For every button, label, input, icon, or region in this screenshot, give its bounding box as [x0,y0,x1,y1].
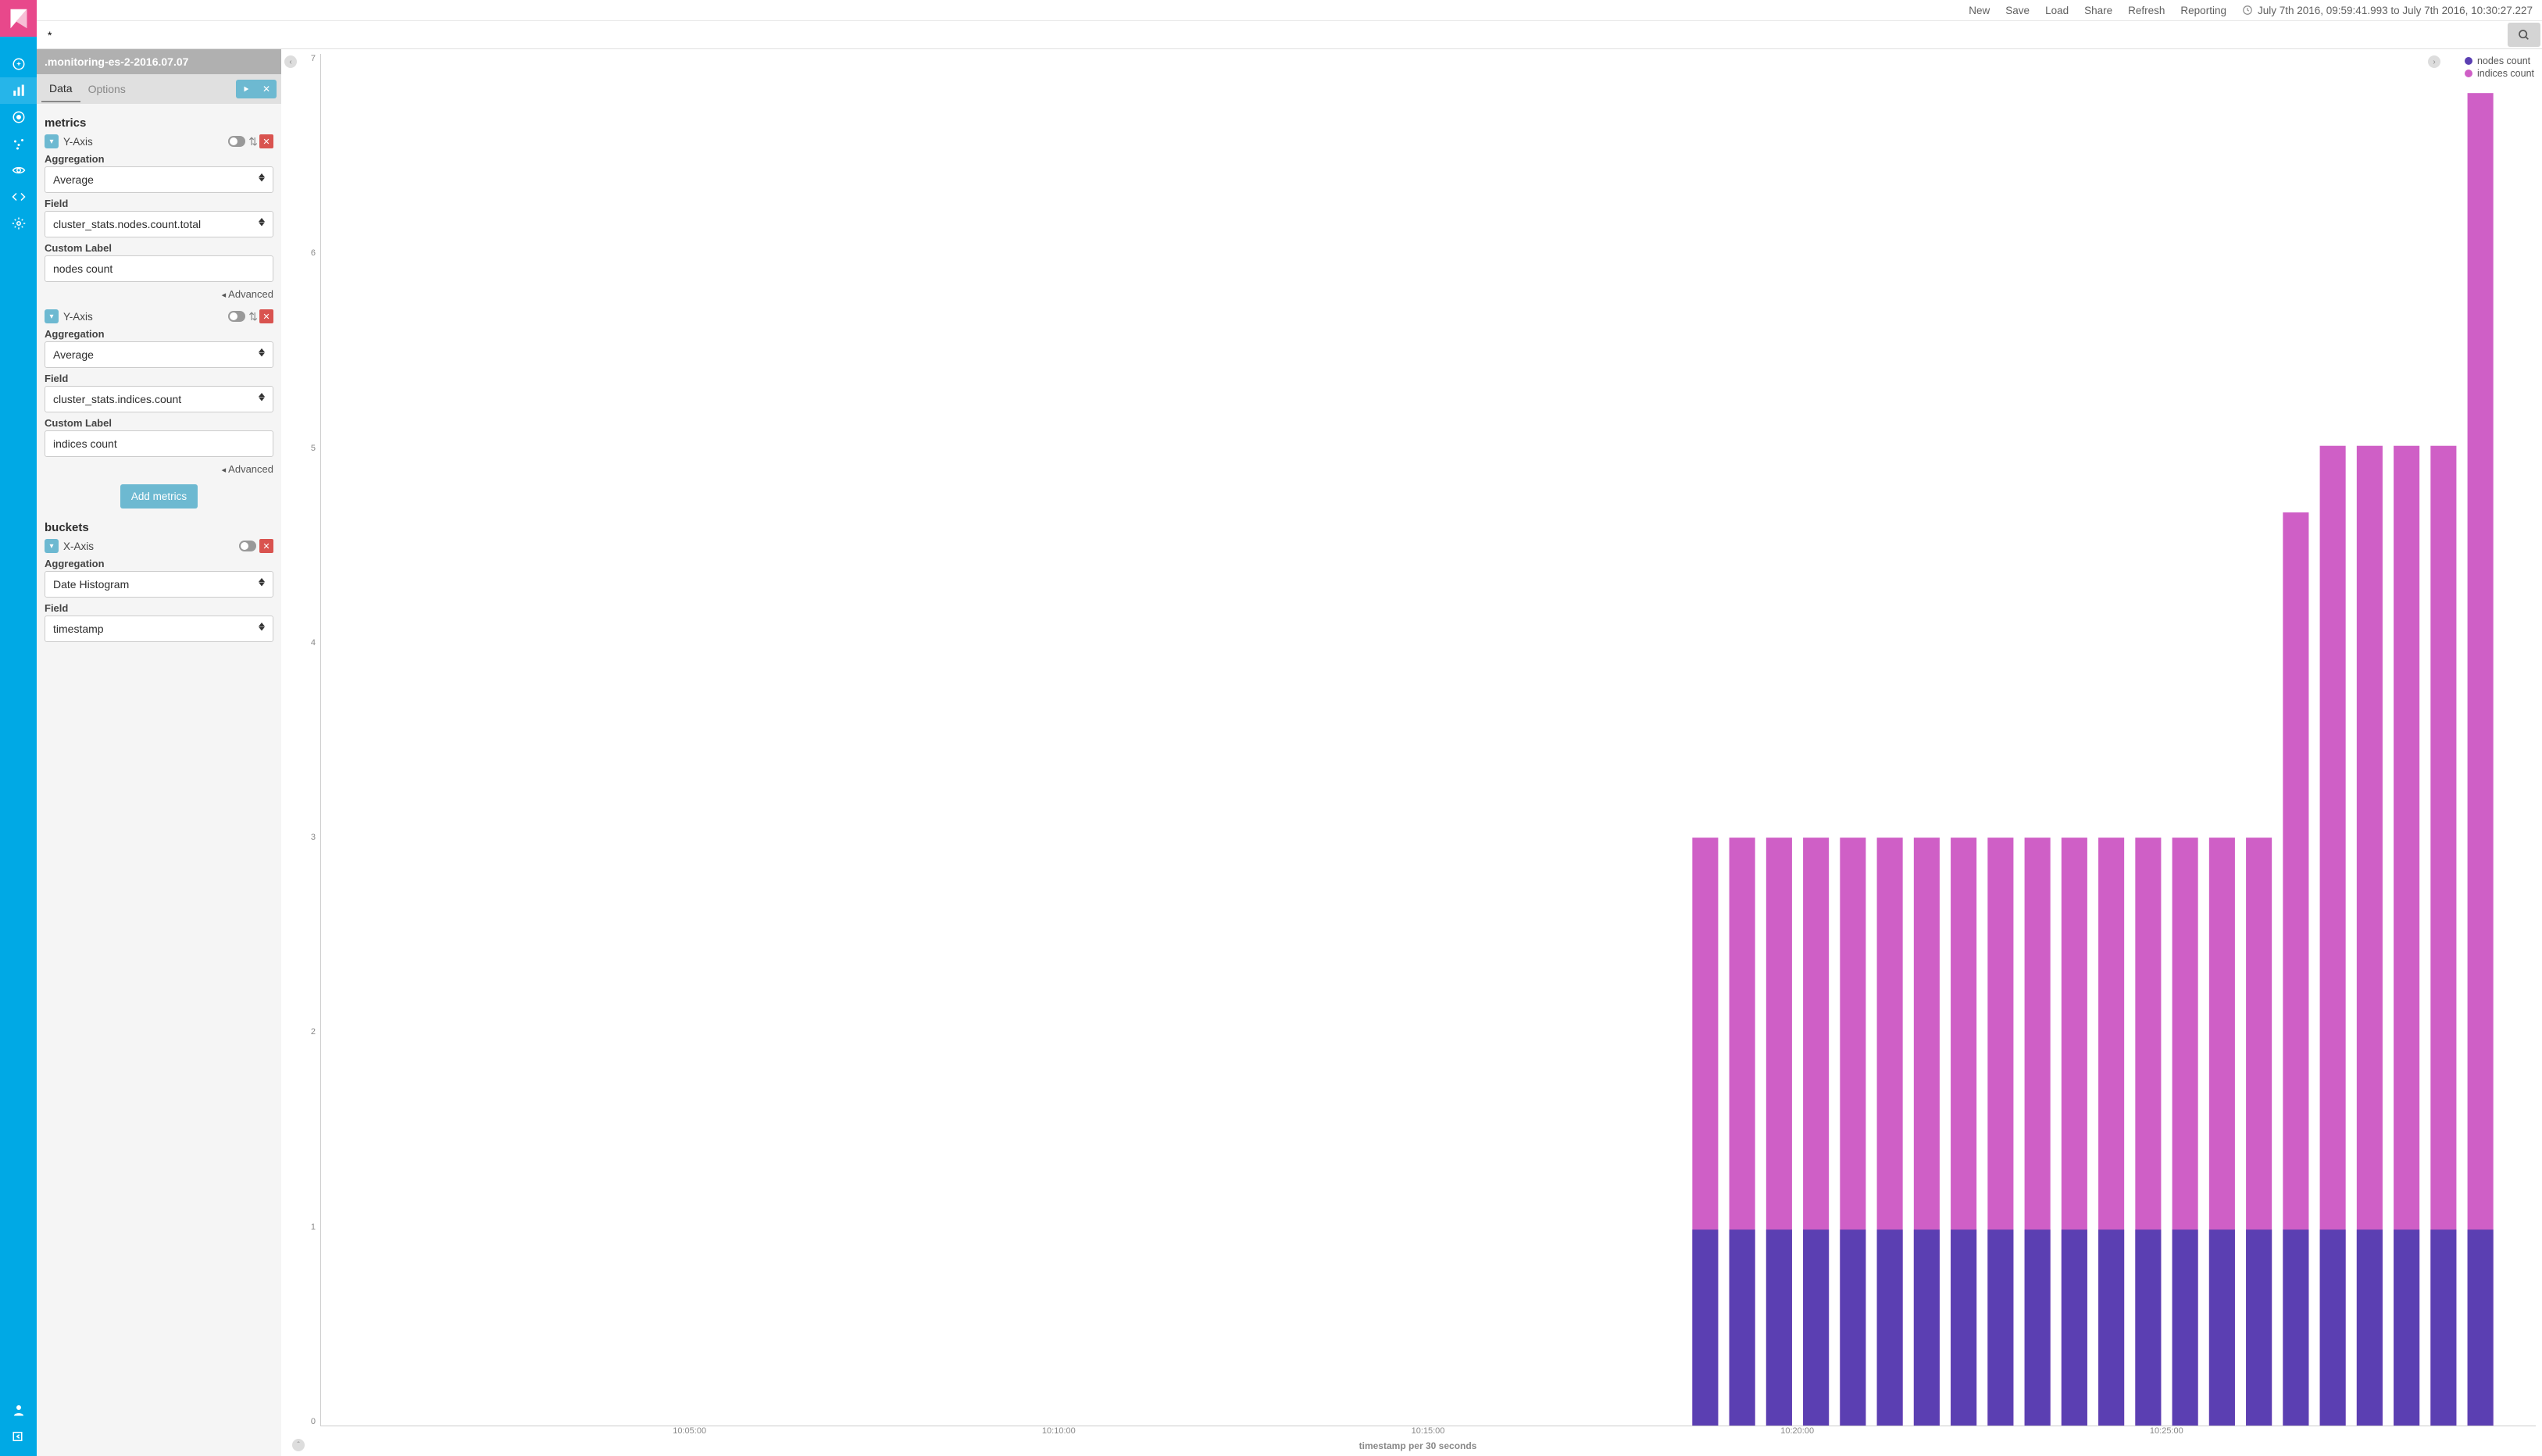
tab-data[interactable]: Data [41,76,80,102]
topbar-refresh[interactable]: Refresh [2128,5,2165,16]
field-label: Field [45,198,273,209]
add-metrics-button[interactable]: Add metrics [120,484,198,509]
chart-panel: ‹ › ˆ 76543210 10:05:0010:10:0010:15:001… [281,49,2542,1456]
nav-visualize[interactable] [0,77,37,104]
advanced-link[interactable]: Advanced [45,288,273,300]
reorder-handle[interactable]: ⇅ [248,310,258,323]
scroll-top-button[interactable]: ˆ [292,1439,305,1451]
topbar: New Save Load Share Refresh Reporting Ju… [37,0,2542,21]
y-axis-label: Y-Axis [63,136,93,148]
panel-tabs: Data Options ✕ [37,74,281,104]
y-axis-label: Y-Axis [63,311,93,323]
nav-sidebar [0,0,37,1456]
topbar-save[interactable]: Save [2005,5,2030,16]
collapse-toggle[interactable]: ▾ [45,309,59,323]
bucket-header: ▾ X-Axis ✕ [45,539,273,553]
nav-devtools[interactable] [0,184,37,210]
legend-label: indices count [2477,68,2534,79]
field-label: Field [45,373,273,384]
legend-swatch [2465,57,2472,65]
aggregation-select[interactable]: Date Histogram [45,571,273,598]
aggregation-label: Aggregation [45,328,273,340]
nav-watch[interactable] [0,157,37,184]
custom-label-label: Custom Label [45,417,273,429]
delete-metric-button[interactable]: ✕ [259,134,273,148]
nav-discover[interactable] [0,51,37,77]
tab-options[interactable]: Options [80,77,134,102]
legend-label: nodes count [2477,55,2530,66]
custom-label-label: Custom Label [45,242,273,254]
nav-management[interactable] [0,210,37,237]
legend-item-nodes[interactable]: nodes count [2465,55,2534,66]
collapse-sidebar-button[interactable]: ‹ [284,55,297,68]
field-select[interactable]: cluster_stats.indices.count [45,386,273,412]
config-panel: .monitoring-es-2-2016.07.07 Data Options… [37,49,281,1456]
custom-label-input[interactable]: nodes count [45,255,273,282]
query-submit-button[interactable] [2508,23,2540,47]
advanced-link[interactable]: Advanced [45,463,273,475]
aggregation-select[interactable]: Average [45,166,273,193]
topbar-load[interactable]: Load [2045,5,2069,16]
buckets-section-title: buckets [45,521,273,534]
time-range-picker[interactable]: July 7th 2016, 09:59:41.993 to July 7th … [2242,5,2533,16]
field-select[interactable]: timestamp [45,616,273,642]
nav-user[interactable] [0,1397,37,1423]
y-axis: 76543210 [300,54,320,1426]
discard-button[interactable]: ✕ [256,80,277,98]
enable-toggle[interactable] [228,311,245,322]
topbar-share[interactable]: Share [2084,5,2112,16]
x-axis-title: timestamp per 30 seconds [300,1440,2536,1451]
x-axis-label: X-Axis [63,541,94,552]
metric-2-header: ▾ Y-Axis ⇅ ✕ [45,309,273,323]
field-select[interactable]: cluster_stats.nodes.count.total [45,211,273,237]
collapse-toggle[interactable]: ▾ [45,134,59,148]
enable-toggle[interactable] [228,136,245,147]
nav-dashboard[interactable] [0,104,37,130]
close-icon: ✕ [262,84,270,95]
metric-1-header: ▾ Y-Axis ⇅ ✕ [45,134,273,148]
kibana-logo[interactable] [0,0,37,37]
search-icon [2518,29,2530,41]
aggregation-label: Aggregation [45,153,273,165]
chart-plot-area[interactable] [320,54,2536,1426]
play-icon [242,85,250,93]
aggregation-select[interactable]: Average [45,341,273,368]
topbar-new[interactable]: New [1969,5,1990,16]
enable-toggle[interactable] [239,541,256,551]
custom-label-input[interactable]: indices count [45,430,273,457]
query-bar [37,21,2542,49]
field-label: Field [45,602,273,614]
apply-button[interactable] [236,80,256,98]
metrics-section-title: metrics [45,116,273,130]
query-input[interactable] [37,21,2508,48]
delete-metric-button[interactable]: ✕ [259,309,273,323]
reorder-handle[interactable]: ⇅ [248,135,258,148]
nav-collapse[interactable] [0,1423,37,1450]
legend-item-indices[interactable]: indices count [2465,68,2534,79]
nav-timelion[interactable] [0,130,37,157]
aggregation-label: Aggregation [45,558,273,569]
topbar-reporting[interactable]: Reporting [2180,5,2226,16]
time-range-text: July 7th 2016, 09:59:41.993 to July 7th … [2258,5,2533,16]
delete-bucket-button[interactable]: ✕ [259,539,273,553]
index-pattern-header[interactable]: .monitoring-es-2-2016.07.07 [37,49,281,74]
clock-icon [2242,5,2253,16]
chart-legend: nodes count indices count [2465,55,2534,80]
collapse-toggle[interactable]: ▾ [45,539,59,553]
x-axis: 10:05:0010:10:0010:15:0010:20:0010:25:00 [320,1426,2536,1439]
legend-swatch [2465,70,2472,77]
